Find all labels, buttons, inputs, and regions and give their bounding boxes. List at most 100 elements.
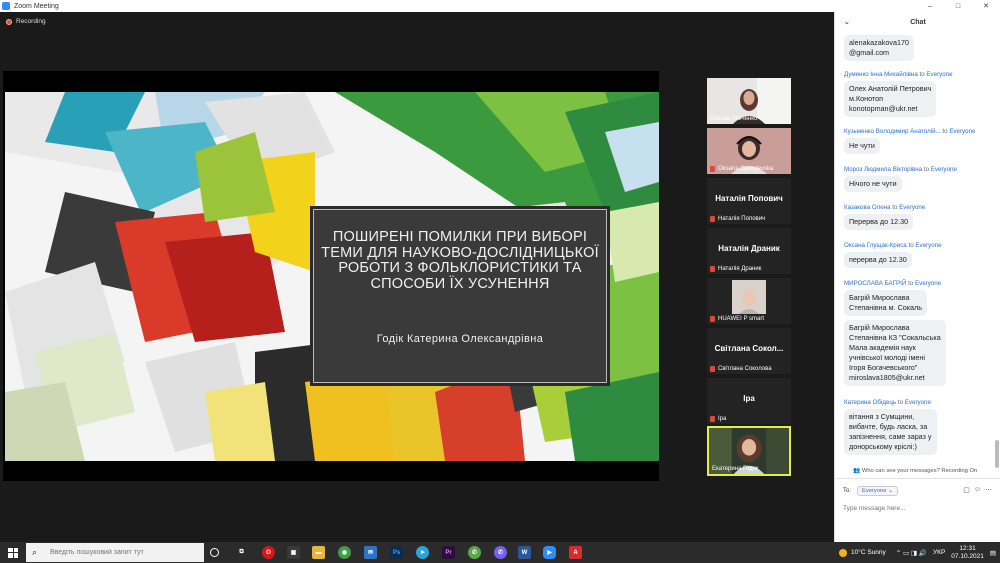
participant-tile-khimchenko[interactable]: Оксана Хімченко (707, 78, 791, 124)
recipient-row: To: Everyone ⌄ (843, 486, 898, 496)
clock-time: 12:31 (959, 544, 976, 552)
minimize-button[interactable]: – (916, 0, 944, 12)
chat-sender: МИРОСЛАВА БАГРІЙ to Everyone (844, 280, 942, 287)
divider (835, 478, 1000, 479)
participant-name: Оксана Хімченко (710, 116, 758, 122)
viber-icon[interactable]: ✆ (494, 546, 507, 559)
participant-tile-popovych[interactable]: Наталія Попович Наталія Попович (707, 178, 791, 224)
photoshop-icon[interactable]: Ps (390, 546, 403, 559)
meeting-area: Recording ПОШИРЕНІ ПОМИЛКИ ПРИ ВИБОРІ ТЕ… (0, 12, 834, 542)
participant-tile-sokolova[interactable]: Світлана Сокол... Світлана Соколова (707, 328, 791, 374)
task-view-icon[interactable]: ⧉ (235, 546, 248, 559)
mail-icon[interactable]: ✉ (364, 546, 377, 559)
participant-name: HUAWEI P smart (710, 316, 764, 322)
acrobat-icon[interactable]: A (569, 546, 582, 559)
search-icon: ⌕ (32, 547, 38, 557)
window-title: Zoom Meeting (14, 2, 59, 10)
title-bar: Zoom Meeting – □ ✕ (0, 0, 1000, 12)
chevron-down-icon[interactable]: ⌄ (844, 18, 850, 26)
chat-message: Перерва до 12.30 (844, 214, 914, 230)
language-indicator[interactable]: УКР (933, 549, 945, 556)
emoji-icon[interactable]: ☺ (974, 486, 981, 494)
maximize-button[interactable]: □ (944, 0, 972, 12)
premiere-icon[interactable]: Pr (442, 546, 455, 559)
visibility-note[interactable]: 👥 Who can see your messages? Recording O… (853, 468, 977, 474)
system-tray: 10°C Sunny ⌃ ▭ ◨ 🔊 УКР 12:31 07.10.2021 … (839, 542, 1000, 563)
chat-sender: Катерина Обідець to Everyone (844, 399, 931, 406)
participant-tile-gavrylevska[interactable]: Oksana Gavrylevska (707, 128, 791, 174)
muted-mic-icon (710, 416, 715, 422)
cortana-icon[interactable] (210, 548, 219, 557)
chat-sender: Оксана Глущак-Криса to Everyone (844, 242, 942, 249)
slide-author: Годік Катерина Олександрівна (376, 333, 544, 345)
chat-message-input[interactable] (843, 501, 993, 515)
clock[interactable]: 12:31 07.10.2021 (951, 545, 984, 561)
participant-tile-dranyk[interactable]: Наталія Драник Наталія Драник (707, 228, 791, 274)
muted-mic-icon (710, 216, 715, 222)
participant-tile-huawei[interactable]: HUAWEI P smart (707, 278, 791, 324)
participant-name: Oksana Gavrylevska (710, 166, 773, 172)
close-button[interactable]: ✕ (972, 0, 1000, 12)
telegram-icon[interactable]: ➤ (416, 546, 429, 559)
chat-message: перерва до 12.30 (844, 252, 912, 268)
chat-message: alenakazakova170 @gmail.com (844, 35, 914, 61)
chat-message: Олех Анатолій Петрович м.Конотоп konotopma… (844, 81, 937, 117)
window-controls: – □ ✕ (916, 0, 1000, 12)
sun-icon (839, 548, 848, 557)
chat-sender: Кузьменко Володимир Анатолій... to Every… (844, 128, 976, 135)
participant-name: Наталія Попович (710, 216, 765, 222)
store-icon[interactable]: ▣ (287, 546, 300, 559)
weather-text[interactable]: 10°C Sunny (851, 549, 886, 556)
recording-indicator[interactable]: Recording (6, 18, 46, 25)
chat-message-list[interactable]: alenakazakova170 @gmail.com Думенко Інна … (835, 32, 995, 468)
slide-title-box: ПОШИРЕНІ ПОМИЛКИ ПРИ ВИБОРІ ТЕМИ ДЛЯ НАУ… (310, 206, 610, 386)
chat-scrollbar[interactable] (995, 32, 999, 468)
to-label: To: (843, 488, 852, 494)
chat-message: вітання з Сумщини, вибачте, будь ласка, з… (844, 409, 937, 455)
start-button[interactable] (0, 542, 26, 563)
chat-panel: ⌄ Chat alenakazakova170 @gmail.com Думенк… (834, 12, 1000, 542)
participant-name: Наталія Драник (710, 266, 761, 272)
opera-icon[interactable]: O (262, 546, 275, 559)
chat-sender: Думенко Інна Михайлівна to Everyone (844, 71, 953, 78)
participant-display-name: Світлана Сокол... (714, 344, 784, 353)
participant-tile-ira[interactable]: Іра Іра (707, 378, 791, 424)
muted-mic-icon (710, 316, 715, 322)
windows-taskbar: ⌕ ⧉ O ▣ ▬ ◉ ✉ Ps ➤ Pr ✆ ✆ W ▶ A 10°C Sun… (0, 542, 1000, 563)
chat-message: Не чути (844, 138, 880, 154)
chrome-icon[interactable]: ◉ (338, 546, 351, 559)
slide-title: ПОШИРЕНІ ПОМИЛКИ ПРИ ВИБОРІ ТЕМИ ДЛЯ НАУ… (321, 229, 599, 292)
muted-mic-icon (710, 166, 715, 172)
taskbar-search-input[interactable] (50, 549, 200, 556)
file-icon[interactable]: ▢ (963, 486, 970, 494)
chat-header: ⌄ Chat (835, 12, 1000, 32)
muted-mic-icon (710, 366, 715, 372)
more-icon[interactable]: ⋯ (985, 486, 992, 494)
word-icon[interactable]: W (518, 546, 531, 559)
people-icon: 👥 (853, 468, 862, 474)
zoom-app-icon (2, 2, 10, 10)
participant-tile-hodyk-active[interactable]: Екатерина Годик (707, 426, 791, 476)
windows-logo-icon (8, 547, 18, 558)
chat-message: Багрій Мирослава Степанівна м. Сокаль (844, 290, 927, 316)
participant-display-name: Наталія Попович (715, 194, 783, 203)
viber-green-icon[interactable]: ✆ (468, 546, 481, 559)
presentation-slide: ПОШИРЕНІ ПОМИЛКИ ПРИ ВИБОРІ ТЕМИ ДЛЯ НАУ… (5, 92, 659, 461)
zoom-window: Zoom Meeting – □ ✕ Recording ПОШИРЕНІ ПО… (0, 0, 1000, 563)
participant-name: Іра (710, 416, 726, 422)
recipient-dropdown[interactable]: Everyone ⌄ (857, 486, 898, 496)
taskbar-search[interactable]: ⌕ (26, 543, 204, 562)
chat-message: Нічого не чути (844, 176, 902, 192)
participant-name: Екатерина Годик (712, 466, 759, 472)
chat-scrollbar-thumb[interactable] (995, 440, 999, 468)
muted-mic-icon (710, 266, 715, 272)
participant-display-name: Іра (743, 394, 755, 403)
participant-display-name: Наталія Драник (718, 244, 780, 253)
notification-icon[interactable]: ▤ (990, 549, 996, 557)
screen-share: ПОШИРЕНІ ПОМИЛКИ ПРИ ВИБОРІ ТЕМИ ДЛЯ НАУ… (3, 71, 659, 481)
recording-label: Recording (16, 18, 46, 25)
tray-icons[interactable]: ⌃ ▭ ◨ 🔊 (896, 549, 927, 557)
recording-dot-icon (6, 18, 12, 25)
folder-icon[interactable]: ▬ (312, 546, 325, 559)
zoom-icon[interactable]: ▶ (543, 546, 556, 559)
